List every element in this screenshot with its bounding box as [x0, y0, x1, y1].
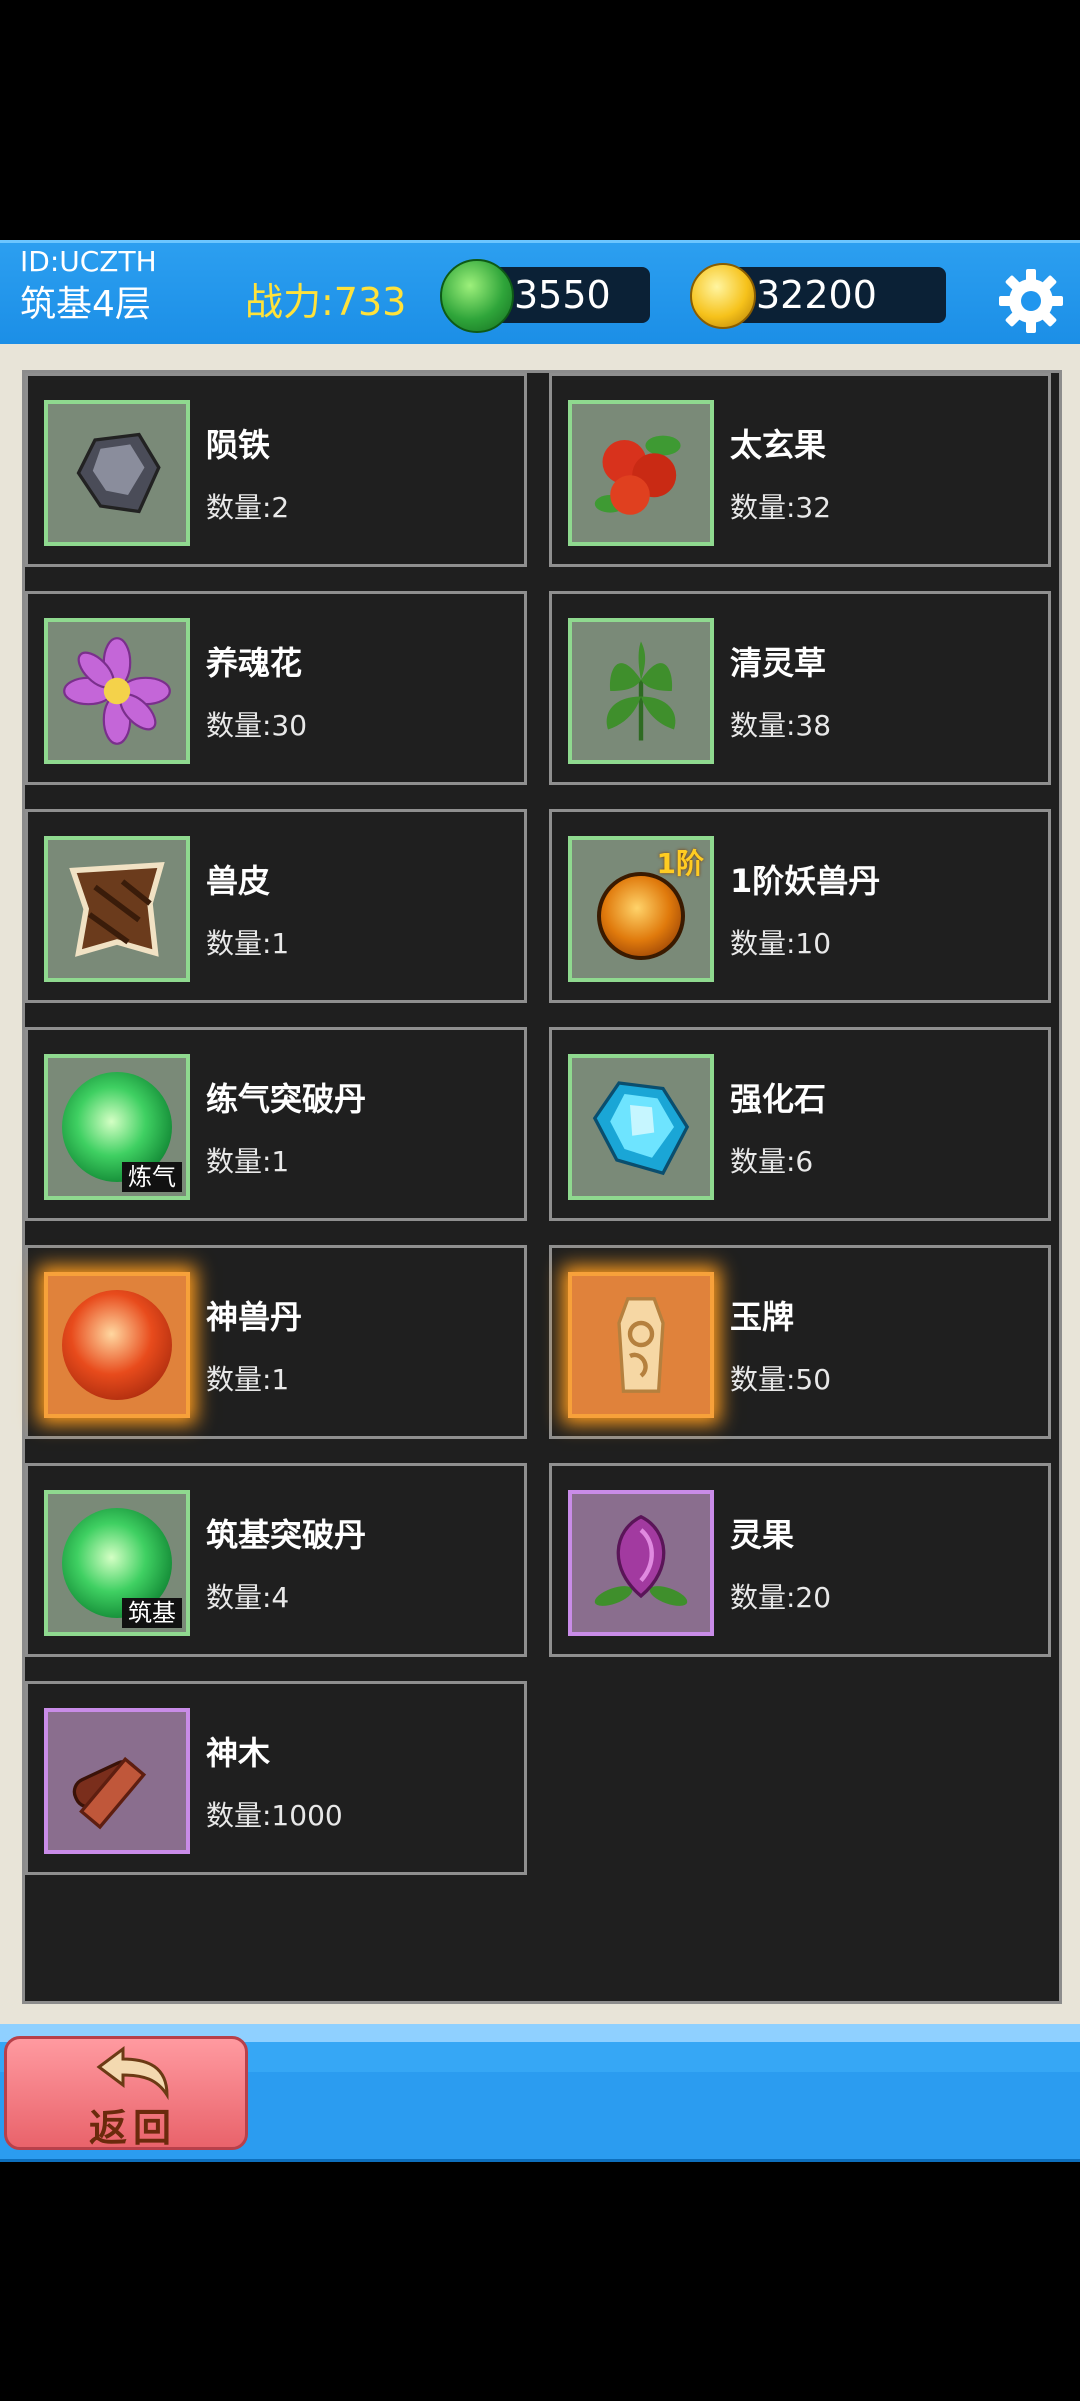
item-name: 太玄果: [730, 426, 827, 464]
jade-amount: 3550: [514, 273, 611, 317]
item-slot: 1阶: [568, 836, 714, 982]
item-quantity: 数量:50: [730, 1363, 832, 1396]
item-slot: [568, 1272, 714, 1418]
player-realm: 筑基4层: [20, 284, 151, 325]
item-slot: 炼气: [44, 1054, 190, 1200]
herb-leaf-icon: [606, 641, 676, 741]
item-name: 1阶妖兽丹: [730, 862, 881, 900]
back-button-label: 返回: [89, 2105, 178, 2150]
meteor-iron-icon: [76, 432, 161, 514]
item-slot: [44, 618, 190, 764]
item-quantity: 数量:30: [206, 709, 308, 742]
item-quantity: 数量:4: [206, 1581, 290, 1614]
item-quantity: 数量:32: [730, 491, 832, 524]
item-name: 练气突破丹: [206, 1080, 367, 1118]
top-status-bar: ID:UCZTH 筑基4层 战力:733 3550 32200: [0, 240, 1080, 350]
jade-coin-icon: [440, 259, 514, 333]
inventory-panel: 陨铁 数量:2 太玄果 数量:32 养魂花 数量:30 清灵草 数量:38 兽皮…: [0, 344, 1080, 2024]
gold-amount: 32200: [756, 273, 877, 317]
item-quantity: 数量:6: [730, 1145, 814, 1178]
item-name: 神木: [206, 1734, 271, 1772]
item-quantity: 数量:1: [206, 1363, 290, 1396]
item-name: 神兽丹: [206, 1298, 303, 1336]
purple-fruit-icon: [594, 1514, 688, 1606]
rank-badge: 1阶: [656, 847, 704, 880]
inventory-item[interactable]: 1阶 1阶妖兽丹 数量:10: [549, 809, 1051, 1003]
item-name: 玉牌: [730, 1298, 795, 1336]
item-name: 强化石: [730, 1080, 827, 1118]
item-slot: [568, 1054, 714, 1200]
item-quantity: 数量:1: [206, 927, 290, 960]
pill-tag: 炼气: [122, 1162, 182, 1192]
item-slot: [44, 836, 190, 982]
purple-flower-icon: [63, 637, 171, 745]
item-name: 灵果: [730, 1516, 795, 1554]
item-name: 筑基突破丹: [206, 1516, 367, 1554]
divine-wood-icon: [72, 1756, 147, 1830]
item-slot: 筑基: [44, 1490, 190, 1636]
item-slot: [568, 1490, 714, 1636]
inventory-item[interactable]: 太玄果 数量:32: [549, 373, 1051, 567]
item-slot: [44, 400, 190, 546]
inventory-item[interactable]: 玉牌 数量:50: [549, 1245, 1051, 1439]
item-slot: [44, 1272, 190, 1418]
beast-core-icon: [597, 872, 685, 960]
inventory-item[interactable]: 强化石 数量:6: [549, 1027, 1051, 1221]
gold-coin-icon: [690, 263, 756, 329]
inventory-grid: 陨铁 数量:2 太玄果 数量:32 养魂花 数量:30 清灵草 数量:38 兽皮…: [22, 370, 1062, 2004]
blue-crystal-icon: [592, 1081, 690, 1176]
item-name: 陨铁: [206, 426, 271, 464]
item-quantity: 数量:2: [206, 491, 290, 524]
inventory-item[interactable]: 筑基 筑基突破丹 数量:4: [25, 1463, 527, 1657]
item-quantity: 数量:20: [730, 1581, 832, 1614]
inventory-item[interactable]: 神兽丹 数量:1: [25, 1245, 527, 1439]
inventory-item[interactable]: 陨铁 数量:2: [25, 373, 527, 567]
item-slot: [568, 618, 714, 764]
inventory-item[interactable]: 清灵草 数量:38: [549, 591, 1051, 785]
inventory-item[interactable]: 兽皮 数量:1: [25, 809, 527, 1003]
pill-tag: 筑基: [122, 1598, 182, 1628]
beast-hide-icon: [69, 862, 165, 957]
item-quantity: 数量:10: [730, 927, 832, 960]
item-name: 兽皮: [206, 862, 271, 900]
jade-token-icon: [617, 1297, 665, 1393]
inventory-item[interactable]: 炼气 练气突破丹 数量:1: [25, 1027, 527, 1221]
bottom-bar: 返回: [0, 2024, 1080, 2162]
item-name: 清灵草: [730, 644, 827, 682]
player-id: ID:UCZTH: [20, 245, 157, 278]
fire-pill-icon: [62, 1290, 172, 1400]
item-name: 养魂花: [206, 644, 303, 682]
inventory-item[interactable]: 养魂花 数量:30: [25, 591, 527, 785]
item-slot: [44, 1708, 190, 1854]
gear-icon[interactable]: [995, 265, 1067, 337]
item-slot: [568, 400, 714, 546]
inventory-item[interactable]: 神木 数量:1000: [25, 1681, 527, 1875]
combat-power: 战力:733: [245, 280, 407, 324]
item-quantity: 数量:38: [730, 709, 832, 742]
inventory-item[interactable]: 灵果 数量:20: [549, 1463, 1051, 1657]
back-button[interactable]: 返回: [4, 2036, 248, 2150]
item-quantity: 数量:1000: [206, 1799, 343, 1832]
item-quantity: 数量:1: [206, 1145, 290, 1178]
back-arrow-icon: [96, 2046, 169, 2101]
red-berry-icon: [594, 435, 681, 515]
